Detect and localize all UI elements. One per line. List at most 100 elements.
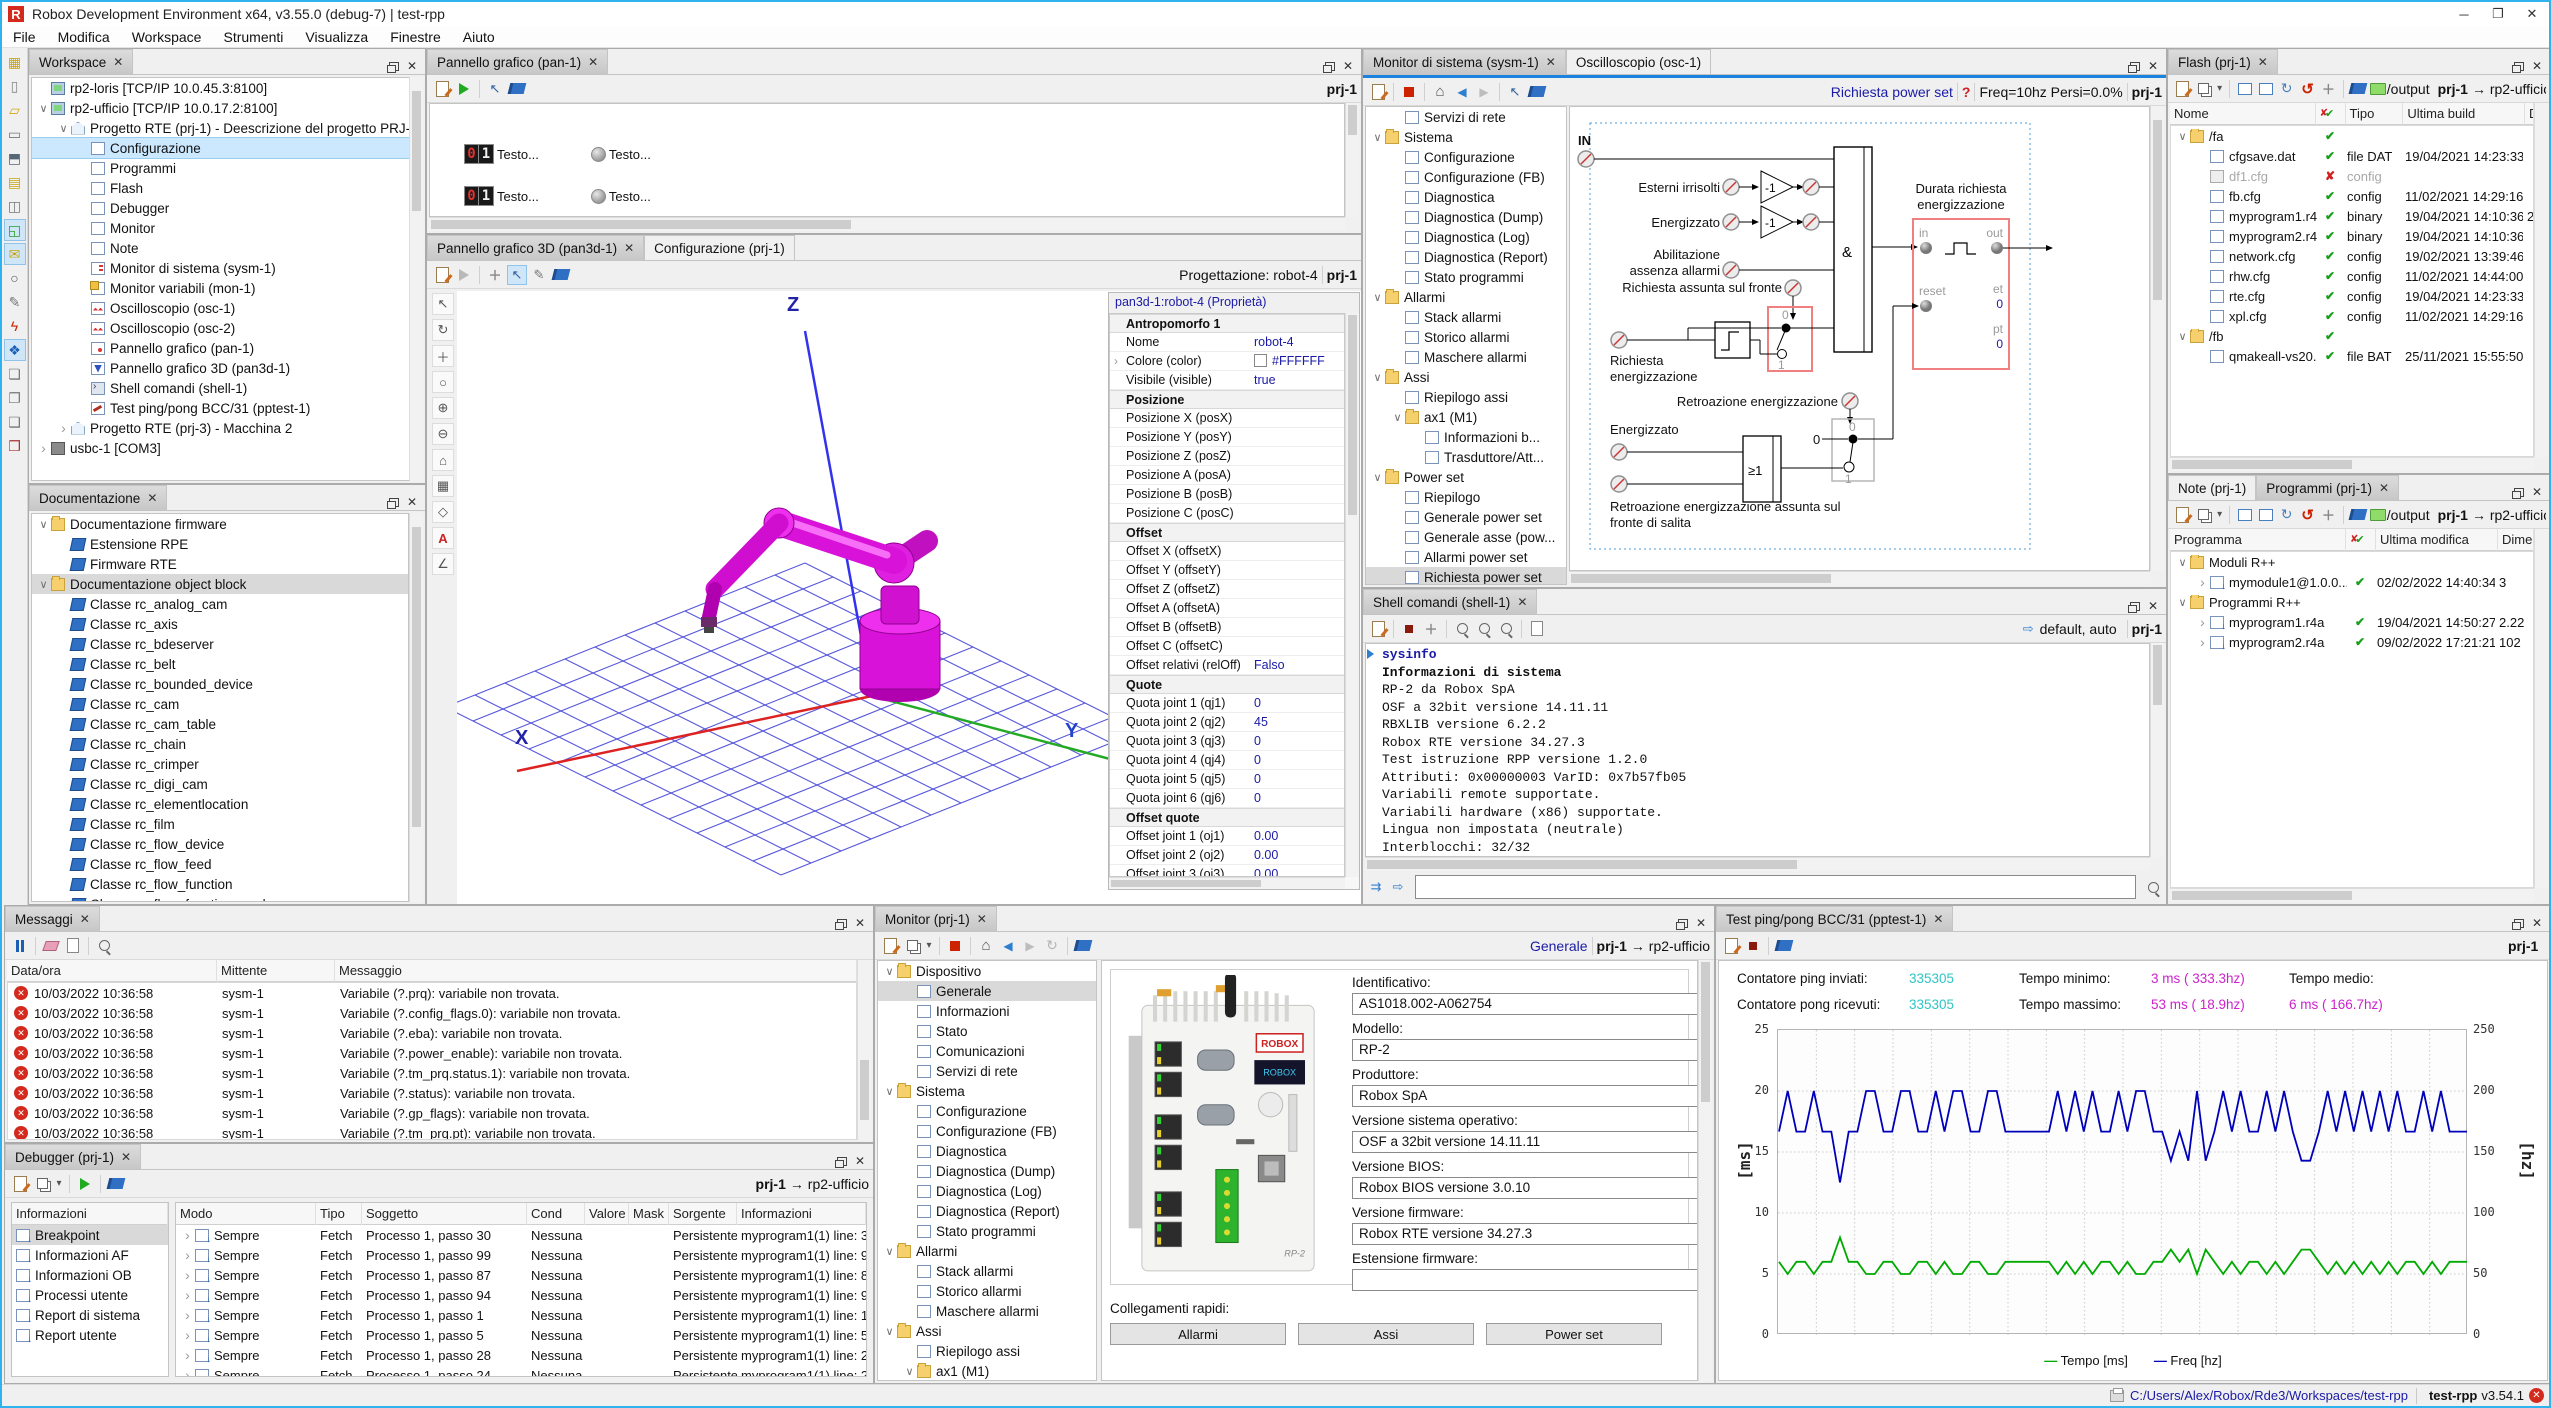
expander-icon[interactable]: [2195, 574, 2210, 590]
menu-finestre[interactable]: Finestre: [379, 29, 452, 45]
expander-icon[interactable]: [36, 578, 51, 591]
tree-item[interactable]: Stack allarmi: [1366, 307, 1566, 327]
scrollbar[interactable]: [1345, 103, 1359, 217]
property-row[interactable]: › Nome robot-4: [1110, 333, 1344, 352]
help-book-icon[interactable]: [1774, 936, 1794, 956]
maximize-button[interactable]: ❐: [2481, 3, 2515, 25]
allarmi-button[interactable]: Allarmi: [1110, 1323, 1286, 1345]
rail-icon[interactable]: ⬒: [4, 147, 26, 169]
tree-item[interactable]: rp2-ufficio [TCP/IP 10.0.17.2:8100]: [32, 98, 422, 118]
power-set-button[interactable]: Power set: [1486, 1323, 1662, 1345]
help-book-icon[interactable]: [551, 265, 571, 285]
message-row[interactable]: ✕ 10/03/2022 10:36:58 sysm-1 Variabile (…: [8, 983, 856, 1003]
property-row[interactable]: › Offset joint 1 (oj1) 0.00: [1110, 827, 1344, 846]
assi-button[interactable]: Assi: [1298, 1323, 1474, 1345]
tree-item[interactable]: Classe rc_axis: [32, 614, 408, 634]
expander-icon[interactable]: [56, 122, 71, 135]
pan-view-icon[interactable]: ＋: [432, 345, 454, 367]
tree-item[interactable]: Assi: [1366, 367, 1566, 387]
tree-item[interactable]: Comunicazioni: [878, 1041, 1096, 1061]
close-panel-icon[interactable]: ✕: [2528, 58, 2546, 74]
tab-debugger[interactable]: Debugger (prj-1)✕: [5, 1144, 141, 1169]
home-icon[interactable]: ⌂: [1430, 82, 1450, 102]
breakpoint-row[interactable]: Sempre Fetch Processo 1, passo 24 Nessun…: [176, 1365, 866, 1377]
col-valore[interactable]: Valore: [585, 1203, 629, 1225]
property-row[interactable]: › Quota joint 4 (qj4) 0: [1110, 751, 1344, 770]
expander-icon[interactable]: [2175, 596, 2190, 609]
tree-item[interactable]: Classe rc_cam_table: [32, 714, 408, 734]
close-panel-icon[interactable]: ✕: [1339, 58, 1357, 74]
float-icon[interactable]: [837, 1157, 847, 1166]
scrollbar[interactable]: [1109, 877, 1345, 889]
tree-item[interactable]: Diagnostica: [878, 1141, 1096, 1161]
rail-icon[interactable]: ▦: [4, 51, 26, 73]
close-panel-icon[interactable]: ✕: [851, 915, 869, 931]
scrollbar[interactable]: [1569, 571, 2150, 585]
property-row[interactable]: › Colore (color) #FFFFFF: [1110, 352, 1344, 371]
tree-item[interactable]: Dispositivo: [878, 961, 1096, 981]
message-row[interactable]: ✕ 10/03/2022 10:36:58 sysm-1 Variabile (…: [8, 1103, 856, 1123]
debugger-side-item[interactable]: Report utente: [12, 1325, 168, 1345]
float-icon[interactable]: [1325, 62, 1335, 71]
file-row[interactable]: /fb: [2171, 326, 2533, 346]
tree-item[interactable]: Diagnostica (Report): [878, 1201, 1096, 1221]
home-icon[interactable]: ⌂: [976, 936, 996, 956]
scrollbar[interactable]: [2170, 457, 2534, 471]
expander-icon[interactable]: [180, 1267, 195, 1283]
tree-item[interactable]: Classe rc_cam: [32, 694, 408, 714]
property-row[interactable]: › Posizione Z (posZ): [1110, 447, 1344, 466]
tab-flash[interactable]: Flash (prj-1)✕: [2168, 49, 2278, 74]
scrollbar[interactable]: [2170, 888, 2534, 902]
tab-documentazione[interactable]: Documentazione✕: [29, 485, 167, 510]
program-row[interactable]: mymodule1@1.0.0.... 02/02/2022 14:40:34 …: [2171, 572, 2533, 592]
property-row[interactable]: › Offset joint 3 (oj3) 0.00: [1110, 865, 1344, 877]
tree-item[interactable]: Sistema: [878, 1081, 1096, 1101]
tree-item[interactable]: Diagnostica: [1366, 187, 1566, 207]
views-icon[interactable]: [32, 1174, 52, 1194]
property-row[interactable]: › Offset: [1110, 523, 1344, 542]
tree-item[interactable]: Firmware RTE: [32, 554, 408, 574]
tree-item[interactable]: Test ping/pong BCC/31 (pptest-1): [32, 398, 422, 418]
float-icon[interactable]: [1678, 919, 1688, 928]
reset-icon[interactable]: ↺: [2298, 79, 2317, 99]
versione-so-field[interactable]: OSF a 32bit versione 14.11.11: [1352, 1131, 1698, 1153]
iso-view-icon[interactable]: ◇: [432, 501, 454, 523]
tree-item[interactable]: Riepilogo assi: [878, 1341, 1096, 1361]
properties-icon[interactable]: [10, 1174, 30, 1194]
tree-item[interactable]: Generale: [878, 981, 1096, 1001]
rail-icon[interactable]: ❏: [4, 363, 26, 385]
file-row[interactable]: network.cfg config 19/02/2021 13:39:46: [2171, 246, 2533, 266]
tree-item[interactable]: Monitor: [32, 218, 422, 238]
home-view-icon[interactable]: ⌂: [432, 449, 454, 471]
col-tipo[interactable]: Tipo: [2346, 103, 2404, 125]
tree-item[interactable]: rp2-loris [TCP/IP 10.0.45.3:8100]: [32, 78, 422, 98]
expander-icon[interactable]: [882, 1245, 897, 1258]
tree-item[interactable]: Shell comandi (shell-1): [32, 378, 422, 398]
property-row[interactable]: › Posizione X (posX): [1110, 409, 1344, 428]
tree-item[interactable]: Sistema: [1366, 127, 1566, 147]
stop-icon[interactable]: [945, 936, 965, 956]
tab-sysmon[interactable]: Monitor di sistema (sysm-1)✕: [1363, 49, 1566, 74]
file-row[interactable]: /fa: [2171, 126, 2533, 146]
breakpoint-row[interactable]: Sempre Fetch Processo 1, passo 94 Nessun…: [176, 1285, 866, 1305]
output-folder-icon[interactable]: [2370, 79, 2386, 99]
property-row[interactable]: › Visibile (visible) true: [1110, 371, 1344, 390]
tree-item[interactable]: Progetto RTE (prj-1) - Deescrizione del …: [32, 118, 422, 138]
tree-item[interactable]: Classe rc_analog_cam: [32, 594, 408, 614]
tab-pptest[interactable]: Test ping/pong BCC/31 (pptest-1)✕: [1716, 906, 1953, 931]
menu-modifica[interactable]: Modifica: [47, 29, 121, 45]
close-panel-icon[interactable]: ✕: [403, 58, 421, 74]
tree-item[interactable]: Pannello grafico 3D (pan3d-1): [32, 358, 422, 378]
expander-icon[interactable]: [180, 1327, 195, 1343]
printer-icon[interactable]: [2110, 1390, 2124, 1402]
run-icon[interactable]: [75, 1174, 95, 1194]
shell-mode[interactable]: default, auto: [2040, 621, 2117, 637]
tree-item[interactable]: Classe rc_elementlocation: [32, 794, 408, 814]
menu-visualizza[interactable]: Visualizza: [294, 29, 379, 45]
property-row[interactable]: › Posizione: [1110, 390, 1344, 409]
tree-item[interactable]: Generale asse (pow...: [1366, 527, 1566, 547]
tree-item[interactable]: Debugger: [32, 198, 422, 218]
tree-item[interactable]: Allarmi: [878, 1241, 1096, 1261]
scrollbar[interactable]: [409, 77, 423, 481]
file-row[interactable]: cfgsave.dat file DAT 19/04/2021 14:23:33: [2171, 146, 2533, 166]
